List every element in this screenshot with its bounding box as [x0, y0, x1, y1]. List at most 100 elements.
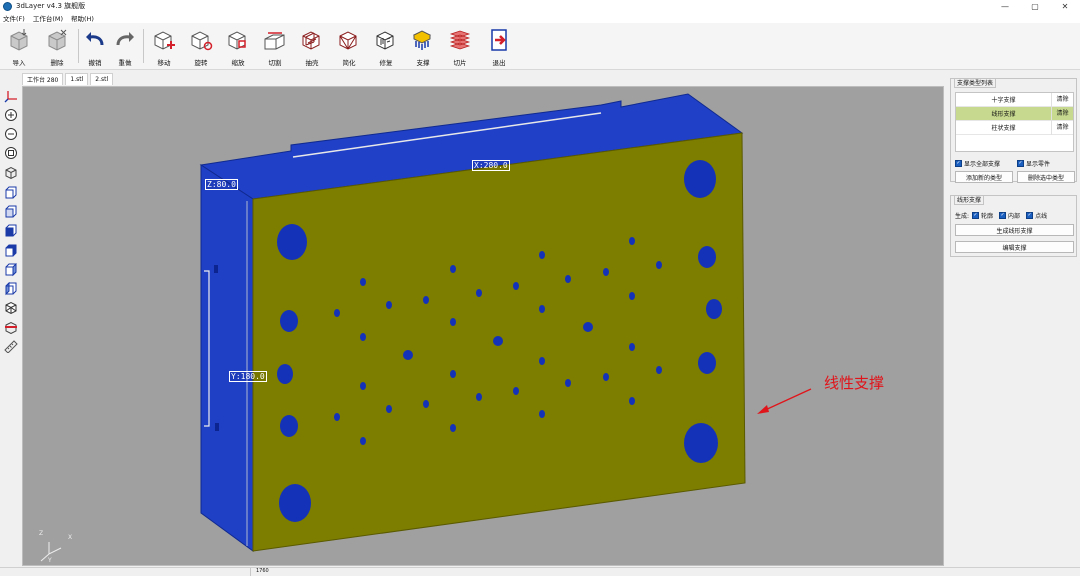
move-icon	[154, 31, 175, 50]
support-label: 支撑	[416, 59, 430, 67]
repair-label: 修复	[379, 59, 393, 67]
delete-label: 删除	[50, 59, 64, 67]
undo-icon	[86, 32, 104, 46]
add-type-button[interactable]: 添加新的类型	[955, 171, 1013, 183]
support-type-row[interactable]: 十字支撑 清除	[956, 92, 1073, 107]
support-type-title: 支撑类型列表	[954, 78, 997, 88]
maximize-button[interactable]: ▢	[1020, 0, 1050, 12]
close-button[interactable]: ✕	[1050, 0, 1080, 12]
menu-bar: 文件(F) 工作台(M) 帮助(H)	[0, 12, 1080, 23]
support-type-row[interactable]: 柱状支撑 清除	[956, 120, 1073, 135]
clear-button[interactable]: 清除	[1051, 92, 1073, 107]
zoom-fit-button[interactable]	[3, 145, 19, 161]
show-parts-checkbox[interactable]: ✓ 显示零件	[1017, 159, 1050, 168]
measure-button[interactable]	[3, 338, 19, 354]
support-type-row[interactable]: 线形支撑 清除	[956, 106, 1073, 121]
remove-type-button[interactable]: 删除选中类型	[1017, 171, 1075, 183]
hole	[629, 343, 635, 351]
hole	[277, 364, 293, 384]
rotate-button[interactable]: 旋转	[184, 27, 218, 69]
zoom-in-button[interactable]	[3, 107, 19, 123]
support-type-name: 柱状支撑	[991, 125, 1016, 132]
clear-button[interactable]: 清除	[1051, 120, 1073, 135]
slice-button[interactable]: 切片	[443, 27, 477, 69]
axis-icon	[4, 91, 17, 103]
view-front-button[interactable]	[3, 185, 19, 201]
hole	[539, 410, 545, 418]
exit-button[interactable]: 退出	[482, 27, 516, 69]
axis-y-label: Y	[48, 557, 52, 564]
hole	[706, 299, 722, 319]
view-back-button[interactable]	[3, 204, 19, 220]
tab-file-1[interactable]: 1.stl	[65, 73, 89, 85]
hole	[513, 387, 519, 395]
hole	[684, 423, 718, 463]
section-icon	[5, 321, 17, 334]
view-iso-button[interactable]	[3, 165, 19, 181]
view-top-button[interactable]	[3, 223, 19, 239]
show-parts-label: 显示零件	[1026, 161, 1051, 168]
clear-button[interactable]: 清除	[1051, 106, 1073, 121]
menu-help[interactable]: 帮助(H)	[71, 13, 94, 23]
view-left-button[interactable]	[3, 262, 19, 278]
wireframe-button[interactable]	[3, 300, 19, 316]
import-button[interactable]: 导入	[2, 27, 36, 69]
axis-view-button[interactable]	[3, 88, 19, 104]
hole	[360, 382, 366, 390]
hole	[360, 333, 366, 341]
support-type-group: 支撑类型列表 十字支撑 清除 线形支撑 清除 柱状支撑 清除 ✓ 显示全部支撑 ✓…	[950, 78, 1077, 183]
cut-button[interactable]: 切割	[258, 27, 292, 69]
3d-viewport[interactable]: X:280.0 Z:80.0 Y:180.0 Z X Y	[22, 86, 944, 566]
checkbox-checked-icon: ✓	[955, 160, 962, 167]
hole	[583, 322, 593, 332]
status-bar: 1760	[0, 567, 1080, 576]
right-panel: 支撑类型列表 十字支撑 清除 线形支撑 清除 柱状支撑 清除 ✓ 显示全部支撑 ✓…	[947, 71, 1080, 566]
hole	[450, 370, 456, 378]
shell-icon	[302, 31, 320, 50]
annotation-text: 线性支撑	[824, 374, 885, 392]
hole	[334, 309, 340, 317]
checkbox-checked-icon[interactable]: ✓	[1026, 212, 1034, 219]
title-bar: 3dLayer v4.3 旗舰版 — ▢ ✕	[0, 0, 1080, 12]
minimize-button[interactable]: —	[990, 0, 1020, 12]
support-type-name: 线形支撑	[991, 111, 1016, 118]
hole	[450, 424, 456, 432]
checkbox-checked-icon[interactable]: ✓	[999, 212, 1007, 219]
dimension-x-label: X:280.0	[472, 160, 510, 171]
edit-support-button[interactable]: 编辑支撑	[955, 241, 1074, 253]
repair-button[interactable]: 修复	[369, 27, 403, 69]
hole	[565, 379, 571, 387]
cube-bottom-icon	[5, 244, 17, 257]
support-button[interactable]: 支撑	[406, 27, 440, 69]
delete-button[interactable]: 删除	[40, 27, 74, 69]
hole	[629, 237, 635, 245]
checkbox-checked-icon: ✓	[1017, 160, 1024, 167]
menu-file[interactable]: 文件(F)	[3, 13, 25, 23]
tab-workbench[interactable]: 工作台 280	[22, 73, 64, 85]
redo-button[interactable]: 重做	[108, 27, 142, 69]
section-view-button[interactable]	[3, 319, 19, 335]
zoom-out-button[interactable]	[3, 126, 19, 142]
menu-workbench[interactable]: 工作台(M)	[33, 13, 63, 23]
view-right-button[interactable]	[3, 281, 19, 297]
rotate-icon	[191, 31, 213, 51]
simplify-button[interactable]: 简化	[332, 27, 366, 69]
move-button[interactable]: 移动	[147, 27, 181, 69]
scale-button[interactable]: 缩放	[221, 27, 255, 69]
zoom-fit-icon	[5, 147, 17, 159]
ruler-icon	[4, 340, 18, 353]
hole	[698, 352, 716, 374]
undo-button[interactable]: 撤销	[78, 27, 112, 69]
shell-button[interactable]: 抽壳	[295, 27, 329, 69]
hole	[360, 278, 366, 286]
hole	[539, 357, 545, 365]
hole	[450, 265, 456, 273]
view-bottom-button[interactable]	[3, 243, 19, 259]
generate-line-support-button[interactable]: 生成线形支撑	[955, 224, 1074, 236]
show-all-supports-checkbox[interactable]: ✓ 显示全部支撑	[955, 159, 1000, 168]
cut-label: 切割	[268, 59, 282, 67]
checkbox-checked-icon[interactable]: ✓	[972, 212, 980, 219]
repair-icon	[376, 31, 394, 50]
line-support-title: 线形支撑	[954, 195, 985, 205]
tab-file-2[interactable]: 2.stl	[90, 73, 114, 85]
